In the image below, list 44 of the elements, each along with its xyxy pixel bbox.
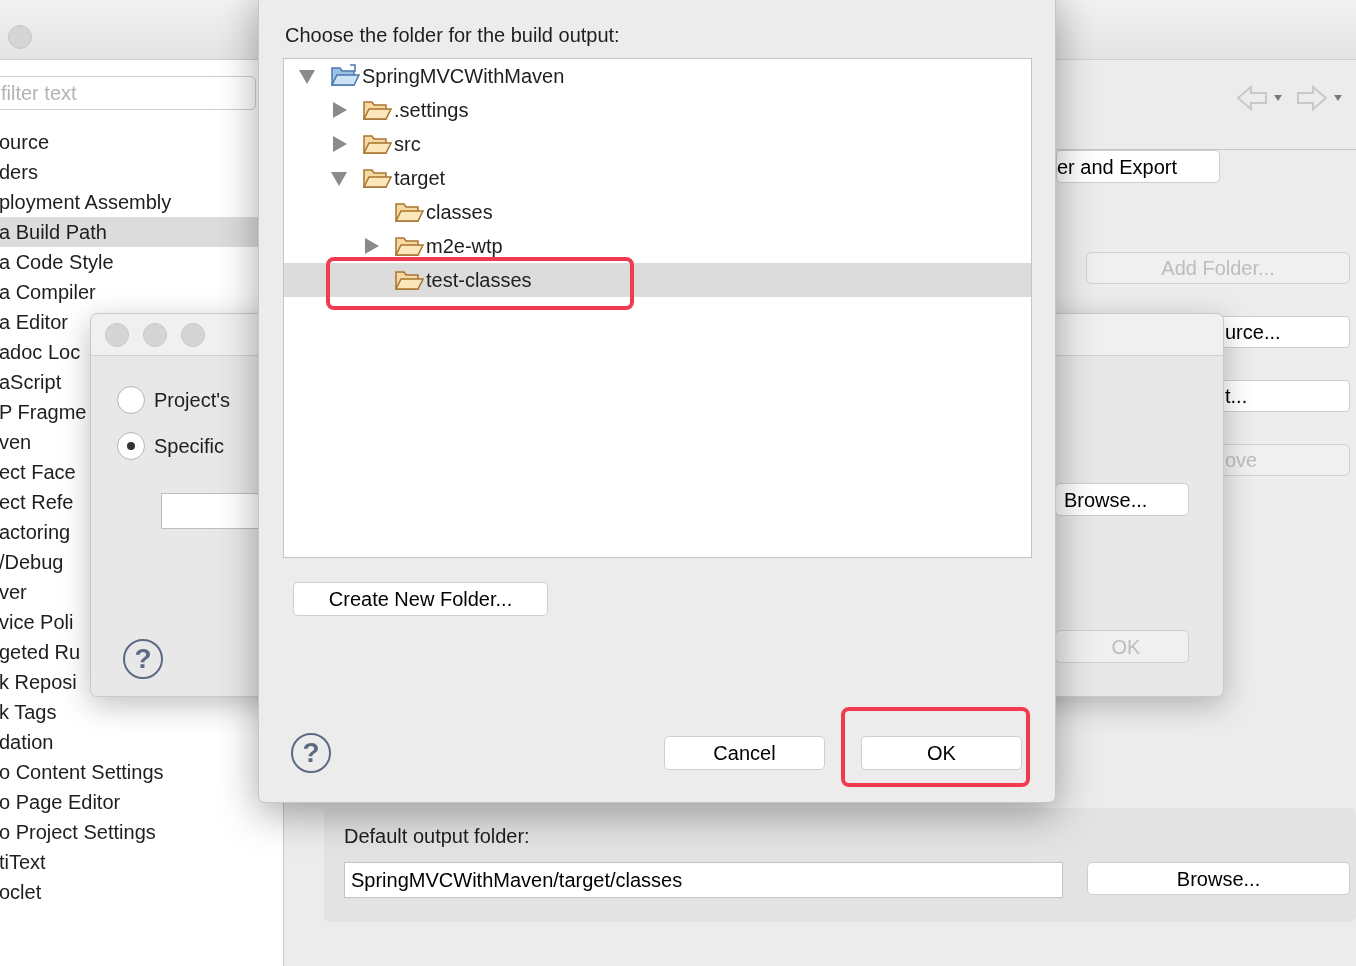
folder-icon	[394, 268, 424, 292]
tree-item[interactable]: .settings	[284, 93, 1031, 127]
back-icon[interactable]	[1236, 84, 1284, 112]
dialog-button[interactable]: OK	[861, 736, 1022, 770]
dialog-button[interactable]: Browse...	[1055, 483, 1189, 516]
window-button[interactable]	[181, 322, 205, 347]
folder-icon	[394, 234, 424, 258]
folder-icon	[362, 132, 392, 156]
window-button[interactable]	[8, 25, 32, 49]
collapsed-arrow-icon[interactable]	[362, 237, 380, 255]
dialog-prompt: Choose the folder for the build output:	[285, 23, 621, 48]
create-folder-button[interactable]: Create New Folder...	[293, 582, 548, 616]
tab[interactable]: er and Export	[1056, 150, 1220, 183]
browse-button[interactable]: Browse...	[1087, 862, 1350, 895]
radio-button[interactable]	[117, 432, 145, 460]
sidebar-item[interactable]: tiText	[0, 847, 283, 877]
help-icon[interactable]: ?	[291, 733, 331, 773]
tree-item[interactable]: m2e-wtp	[284, 229, 1031, 263]
radio-button[interactable]	[117, 386, 145, 414]
dialog-button[interactable]: Cancel	[664, 736, 825, 770]
tree-item[interactable]: src	[284, 127, 1031, 161]
help-icon[interactable]: ?	[123, 639, 163, 679]
tree-item[interactable]: test-classes	[284, 263, 1031, 297]
project-folder-icon	[330, 64, 360, 88]
sidebar-item[interactable]: o Project Settings	[0, 817, 283, 847]
output-folder-field[interactable]: SpringMVCWithMaven/target/classes	[344, 862, 1064, 898]
folder-icon	[394, 200, 424, 224]
output-label: Default output folder:	[344, 824, 531, 848]
radio-label: Specific	[154, 434, 225, 459]
expanded-arrow-icon[interactable]	[330, 169, 348, 187]
expanded-arrow-icon[interactable]	[298, 67, 316, 85]
collapsed-arrow-icon[interactable]	[330, 135, 348, 153]
tree-item[interactable]: SpringMVCWithMaven	[284, 59, 1031, 93]
folder-icon	[362, 166, 392, 190]
radio-label: Project's	[154, 388, 231, 413]
filter-field[interactable]: filter text	[0, 76, 256, 110]
window-button[interactable]	[105, 322, 129, 347]
collapsed-arrow-icon[interactable]	[330, 101, 348, 119]
folder-icon	[362, 98, 392, 122]
window-button[interactable]	[143, 322, 167, 347]
tree-item[interactable]: target	[284, 161, 1031, 195]
sidebar-item[interactable]: oclet	[0, 877, 283, 907]
forward-icon[interactable]	[1296, 84, 1344, 112]
tree-item[interactable]: classes	[284, 195, 1031, 229]
